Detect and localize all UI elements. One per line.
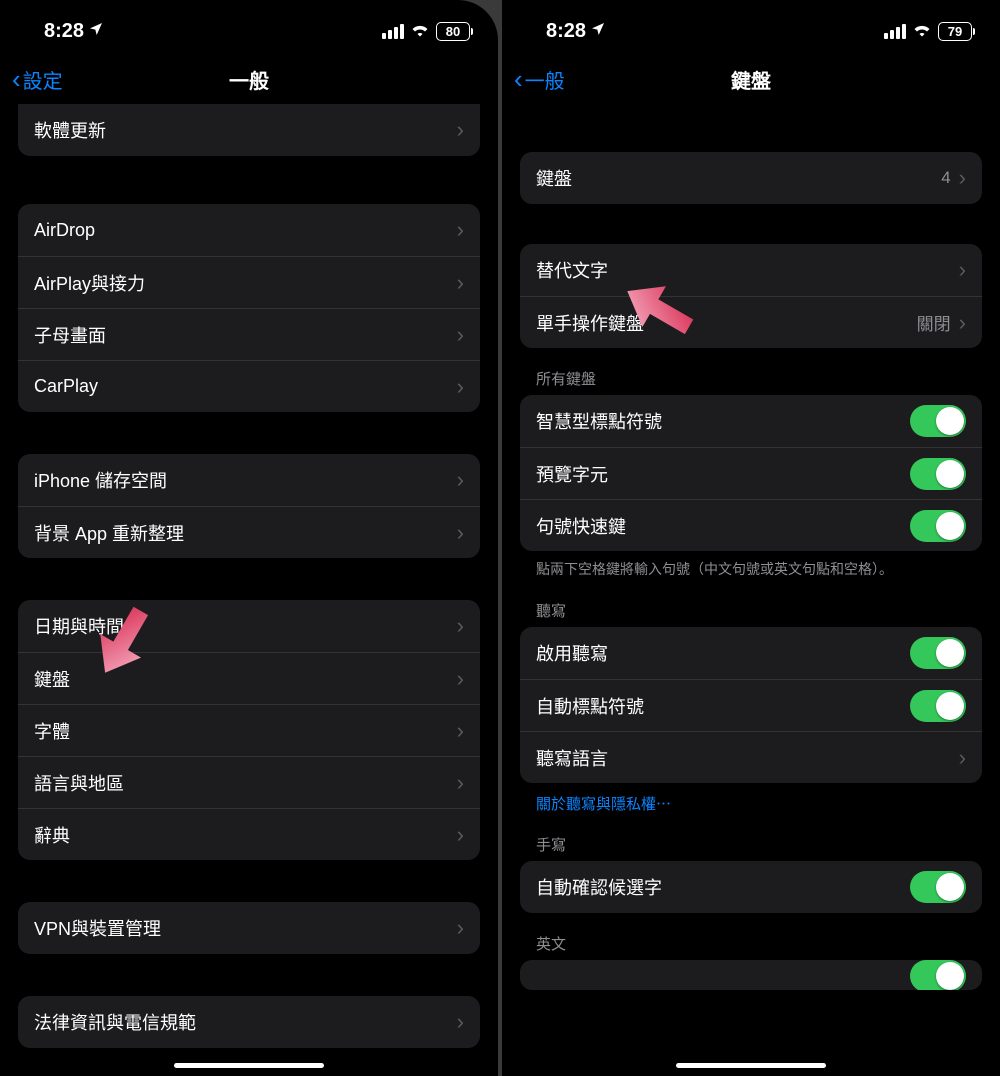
chevron-right-icon: › xyxy=(457,668,464,690)
row-keyboards[interactable]: 鍵盤 4 › xyxy=(520,152,982,204)
footer-period: 點兩下空格鍵將輸入句號（中文句號或英文句點和空格）。 xyxy=(520,551,982,580)
status-bar: 8:28 79 xyxy=(502,0,1000,54)
row-period-shortcut[interactable]: 句號快速鍵 xyxy=(520,499,982,551)
chevron-right-icon: › xyxy=(457,824,464,846)
status-bar: 8:28 80 xyxy=(0,0,498,54)
chevron-right-icon: › xyxy=(457,324,464,346)
row-dictation-languages[interactable]: 聽寫語言 › xyxy=(520,731,982,783)
toggle-auto-punctuation[interactable] xyxy=(910,690,966,722)
chevron-right-icon: › xyxy=(457,376,464,398)
row-character-preview[interactable]: 預覽字元 xyxy=(520,447,982,499)
toggle-period-shortcut[interactable] xyxy=(910,510,966,542)
header-dictation: 聽寫 xyxy=(520,580,982,627)
wifi-icon xyxy=(410,21,430,42)
chevron-right-icon: › xyxy=(959,312,966,334)
phone-keyboard-settings: 8:28 79 ‹ 一般 鍵盤 鍵盤 4 › xyxy=(502,0,1000,1076)
row-font[interactable]: 字體› xyxy=(18,704,480,756)
group-text: 替代文字 › 單手操作鍵盤 關閉 › xyxy=(520,244,982,348)
phone-general-settings: 8:28 80 ‹ 設定 一般 軟體更新 › AirDro xyxy=(0,0,498,1076)
chevron-right-icon: › xyxy=(959,259,966,281)
group-general: 日期與時間› 鍵盤› 字體› 語言與地區› 辭典› xyxy=(18,600,480,860)
home-indicator[interactable] xyxy=(174,1063,324,1068)
group-handwriting: 自動確認候選字 xyxy=(520,861,982,913)
row-storage[interactable]: iPhone 儲存空間› xyxy=(18,454,480,506)
location-icon xyxy=(590,20,606,43)
group-storage: iPhone 儲存空間› 背景 App 重新整理› xyxy=(18,454,480,558)
chevron-right-icon: › xyxy=(457,469,464,491)
header-all-keyboards: 所有鍵盤 xyxy=(520,348,982,395)
toggle-auto-confirm[interactable] xyxy=(910,871,966,903)
chevron-right-icon: › xyxy=(457,119,464,141)
link-dictation-privacy[interactable]: 關於聽寫與隱私權⋯ xyxy=(520,783,982,814)
header-handwriting: 手寫 xyxy=(520,814,982,861)
row-english-partial[interactable] xyxy=(520,960,982,990)
chevron-right-icon: › xyxy=(457,615,464,637)
location-icon xyxy=(88,20,104,43)
battery-icon: 79 xyxy=(938,22,972,41)
row-airplay[interactable]: AirPlay與接力› xyxy=(18,256,480,308)
group-connectivity: AirDrop› AirPlay與接力› 子母畫面› CarPlay› xyxy=(18,204,480,412)
back-button[interactable]: ‹ 設定 xyxy=(12,64,63,95)
chevron-right-icon: › xyxy=(959,167,966,189)
row-airdrop[interactable]: AirDrop› xyxy=(18,204,480,256)
row-software-update[interactable]: 軟體更新 › xyxy=(18,104,480,156)
row-bg-refresh[interactable]: 背景 App 重新整理› xyxy=(18,506,480,558)
chevron-right-icon: › xyxy=(457,772,464,794)
nav-bar: ‹ 一般 鍵盤 xyxy=(502,54,1000,104)
row-keyboard[interactable]: 鍵盤› xyxy=(18,652,480,704)
nav-title: 鍵盤 xyxy=(502,65,1000,94)
row-datetime[interactable]: 日期與時間› xyxy=(18,600,480,652)
home-indicator[interactable] xyxy=(676,1063,826,1068)
group-legal: 法律資訊與電信規範› xyxy=(18,996,480,1048)
row-legal[interactable]: 法律資訊與電信規範› xyxy=(18,996,480,1048)
keyboard-content[interactable]: 鍵盤 4 › 替代文字 › 單手操作鍵盤 關閉 › 所有鍵盤 智慧型標點符號 xyxy=(502,104,1000,1076)
settings-content[interactable]: 軟體更新 › AirDrop› AirPlay與接力› 子母畫面› CarPla… xyxy=(0,104,498,1076)
chevron-left-icon: ‹ xyxy=(12,64,21,95)
chevron-right-icon: › xyxy=(457,272,464,294)
header-english: 英文 xyxy=(520,913,982,960)
nav-bar: ‹ 設定 一般 xyxy=(0,54,498,104)
row-dictionary[interactable]: 辭典› xyxy=(18,808,480,860)
wifi-icon xyxy=(912,21,932,42)
battery-icon: 80 xyxy=(436,22,470,41)
chevron-right-icon: › xyxy=(457,1011,464,1033)
toggle-english-partial[interactable] xyxy=(910,960,966,990)
group-english xyxy=(520,960,982,990)
row-one-handed[interactable]: 單手操作鍵盤 關閉 › xyxy=(520,296,982,348)
group-vpn: VPN與裝置管理› xyxy=(18,902,480,954)
status-time: 8:28 xyxy=(44,20,104,43)
group-dictation: 啟用聽寫 自動標點符號 聽寫語言 › xyxy=(520,627,982,783)
chevron-right-icon: › xyxy=(457,917,464,939)
row-auto-confirm[interactable]: 自動確認候選字 xyxy=(520,861,982,913)
chevron-right-icon: › xyxy=(959,747,966,769)
toggle-enable-dictation[interactable] xyxy=(910,637,966,669)
cellular-icon xyxy=(382,24,404,39)
group-keyboards: 鍵盤 4 › xyxy=(520,152,982,204)
nav-title: 一般 xyxy=(0,65,498,94)
row-text-replacement[interactable]: 替代文字 › xyxy=(520,244,982,296)
row-language[interactable]: 語言與地區› xyxy=(18,756,480,808)
chevron-right-icon: › xyxy=(457,219,464,241)
toggle-smart-punctuation[interactable] xyxy=(910,405,966,437)
row-carplay[interactable]: CarPlay› xyxy=(18,360,480,412)
row-auto-punctuation[interactable]: 自動標點符號 xyxy=(520,679,982,731)
row-enable-dictation[interactable]: 啟用聽寫 xyxy=(520,627,982,679)
toggle-character-preview[interactable] xyxy=(910,458,966,490)
group-software: 軟體更新 › xyxy=(18,104,480,156)
back-button[interactable]: ‹ 一般 xyxy=(514,64,565,95)
group-all-keyboards: 智慧型標點符號 預覽字元 句號快速鍵 xyxy=(520,395,982,551)
chevron-right-icon: › xyxy=(457,720,464,742)
row-vpn[interactable]: VPN與裝置管理› xyxy=(18,902,480,954)
chevron-right-icon: › xyxy=(457,522,464,544)
chevron-left-icon: ‹ xyxy=(514,64,523,95)
cellular-icon xyxy=(884,24,906,39)
row-pip[interactable]: 子母畫面› xyxy=(18,308,480,360)
status-time: 8:28 xyxy=(546,20,606,43)
row-smart-punctuation[interactable]: 智慧型標點符號 xyxy=(520,395,982,447)
